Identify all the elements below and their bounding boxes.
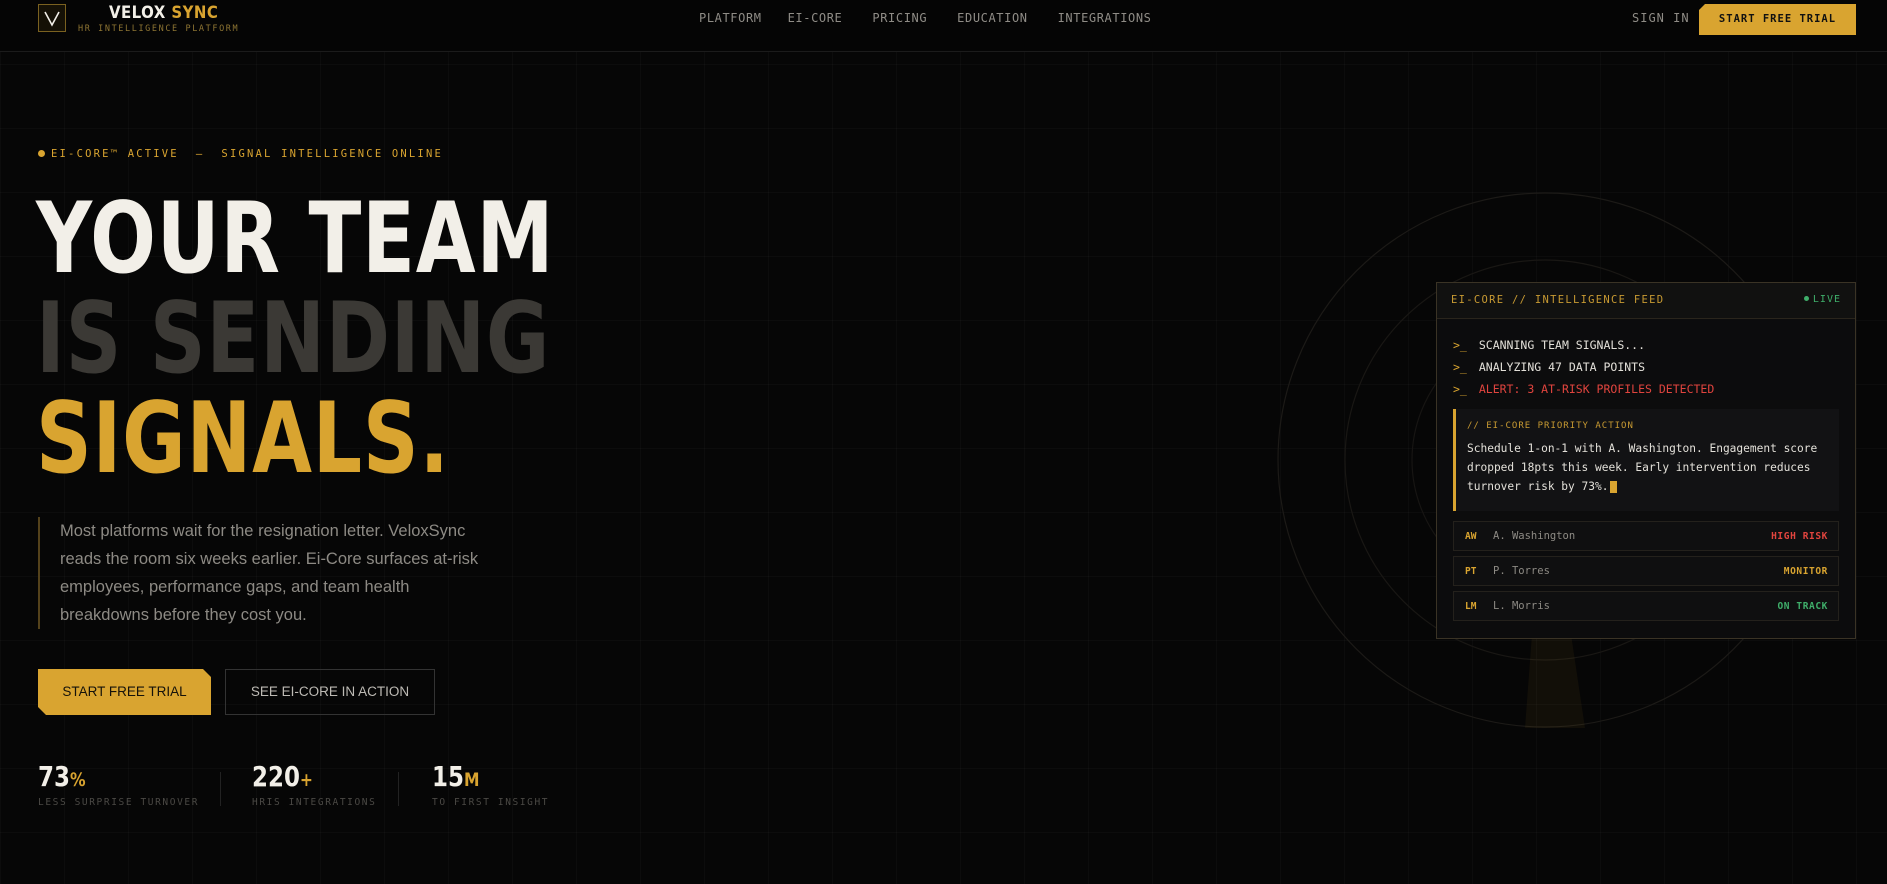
nav-link-education[interactable]: EDUCATION	[957, 11, 1027, 25]
v-logo-icon	[44, 11, 60, 27]
headline-line-2: IS SENDING	[36, 282, 551, 396]
terminal-prompt-icon: >_	[1453, 338, 1467, 352]
stat-divider	[220, 772, 221, 806]
employee-row[interactable]: PT P. Torres MONITOR	[1453, 556, 1839, 586]
risk-status-badge: ON TRACK	[1777, 601, 1828, 612]
stat-number: 73	[38, 760, 70, 793]
nav-start-trial-button[interactable]: START FREE TRIAL	[1699, 4, 1856, 35]
live-indicator: LIVE	[1803, 294, 1841, 305]
terminal-prompt-icon: >_	[1453, 382, 1467, 396]
log-text: SCANNING TEAM SIGNALS...	[1478, 338, 1646, 352]
employee-row[interactable]: AW A. Washington HIGH RISK	[1453, 521, 1839, 551]
nav-link-platform[interactable]: PLATFORM	[699, 11, 762, 25]
stat-value: 15M	[432, 760, 528, 793]
live-dot-icon	[1803, 295, 1809, 301]
headline-line-1: YOUR TEAM	[36, 182, 555, 296]
logo-mark[interactable]	[38, 4, 66, 32]
live-label: LIVE	[1812, 294, 1841, 305]
risk-status-badge: MONITOR	[1783, 566, 1828, 577]
stat-value: 73%	[38, 760, 170, 793]
kicker-text: EI-CORE™ ACTIVE — SIGNAL INTELLIGENCE ON…	[51, 148, 443, 160]
stat-unit: %	[69, 769, 86, 791]
employee-name: L. Morris	[1493, 600, 1550, 612]
nav-link-ei-core[interactable]: EI-CORE	[788, 11, 843, 25]
nav-link-pricing[interactable]: PRICING	[872, 11, 927, 25]
priority-label: // EI-CORE PRIORITY ACTION	[1467, 421, 1634, 431]
risk-status-badge: HIGH RISK	[1771, 531, 1828, 542]
stat-label: LESS SURPRISE TURNOVER	[38, 797, 200, 808]
employee-initials: AW	[1465, 531, 1477, 542]
start-free-trial-button[interactable]: START FREE TRIAL	[38, 669, 211, 715]
landing-page: VELOX SYNC HR INTELLIGENCE PLATFORM PLAT…	[0, 0, 1887, 884]
stat-divider	[398, 772, 399, 806]
stat-number: 220	[252, 760, 300, 793]
nav-links: PLATFORM EI-CORE PRICING EDUCATION INTEG…	[699, 11, 1172, 25]
stat-unit: M	[463, 769, 480, 791]
employee-initials: PT	[1465, 566, 1477, 577]
status-dot-icon	[38, 149, 45, 157]
nav-link-integrations[interactable]: INTEGRATIONS	[1058, 11, 1152, 25]
brand-tagline: HR INTELLIGENCE PLATFORM	[78, 24, 240, 34]
log-text: ALERT: 3 AT-RISK PROFILES DETECTED	[1478, 382, 1715, 396]
stat-turnover: 73% LESS SURPRISE TURNOVER	[38, 760, 199, 808]
stat-label: HRIS INTEGRATIONS	[252, 797, 377, 808]
top-navigation: VELOX SYNC HR INTELLIGENCE PLATFORM PLAT…	[0, 0, 1887, 52]
brand-name[interactable]: VELOX SYNC	[109, 3, 218, 23]
stat-time-to-insight: 15M TO FIRST INSIGHT	[432, 760, 549, 808]
stat-number: 15	[432, 760, 464, 793]
stat-integrations: 220+ HRIS INTEGRATIONS	[252, 760, 376, 808]
employee-name: A. Washington	[1493, 530, 1576, 542]
stat-label: TO FIRST INSIGHT	[432, 797, 550, 808]
log-line-alert: >_ ALERT: 3 AT-RISK PROFILES DETECTED	[1453, 382, 1714, 396]
terminal-prompt-icon: >_	[1453, 360, 1467, 374]
priority-text-wrap: Schedule 1-on-1 with A. Washington. Enga…	[1467, 439, 1829, 496]
stat-unit: +	[299, 769, 313, 791]
brand-name-accent: SYNC	[171, 3, 219, 23]
employee-name: P. Torres	[1493, 565, 1550, 577]
log-text: ANALYZING 47 DATA POINTS	[1478, 360, 1646, 374]
stat-value: 220+	[252, 760, 354, 793]
feed-header: EI-CORE // INTELLIGENCE FEED LIVE	[1437, 283, 1855, 319]
log-line: >_ ANALYZING 47 DATA POINTS	[1453, 360, 1645, 374]
sign-in-link[interactable]: SIGN IN	[1632, 11, 1690, 25]
log-line: >_ SCANNING TEAM SIGNALS...	[1453, 338, 1645, 352]
feed-title: EI-CORE // INTELLIGENCE FEED	[1451, 294, 1665, 306]
intelligence-feed-card: EI-CORE // INTELLIGENCE FEED LIVE >_ SCAN…	[1436, 282, 1856, 639]
status-kicker: EI-CORE™ ACTIVE — SIGNAL INTELLIGENCE ON…	[38, 148, 443, 160]
brand-name-primary: VELOX	[109, 3, 166, 23]
employee-row[interactable]: LM L. Morris ON TRACK	[1453, 591, 1839, 621]
priority-action-box: // EI-CORE PRIORITY ACTION Schedule 1-on…	[1453, 409, 1839, 511]
employee-initials: LM	[1465, 601, 1477, 612]
headline-line-3: SIGNALS.	[36, 382, 450, 496]
hero-description: Most platforms wait for the resignation …	[38, 517, 500, 629]
priority-text: Schedule 1-on-1 with A. Washington. Enga…	[1467, 442, 1818, 493]
see-ei-core-button[interactable]: SEE EI-CORE IN ACTION	[225, 669, 435, 715]
cursor-icon	[1610, 481, 1618, 493]
